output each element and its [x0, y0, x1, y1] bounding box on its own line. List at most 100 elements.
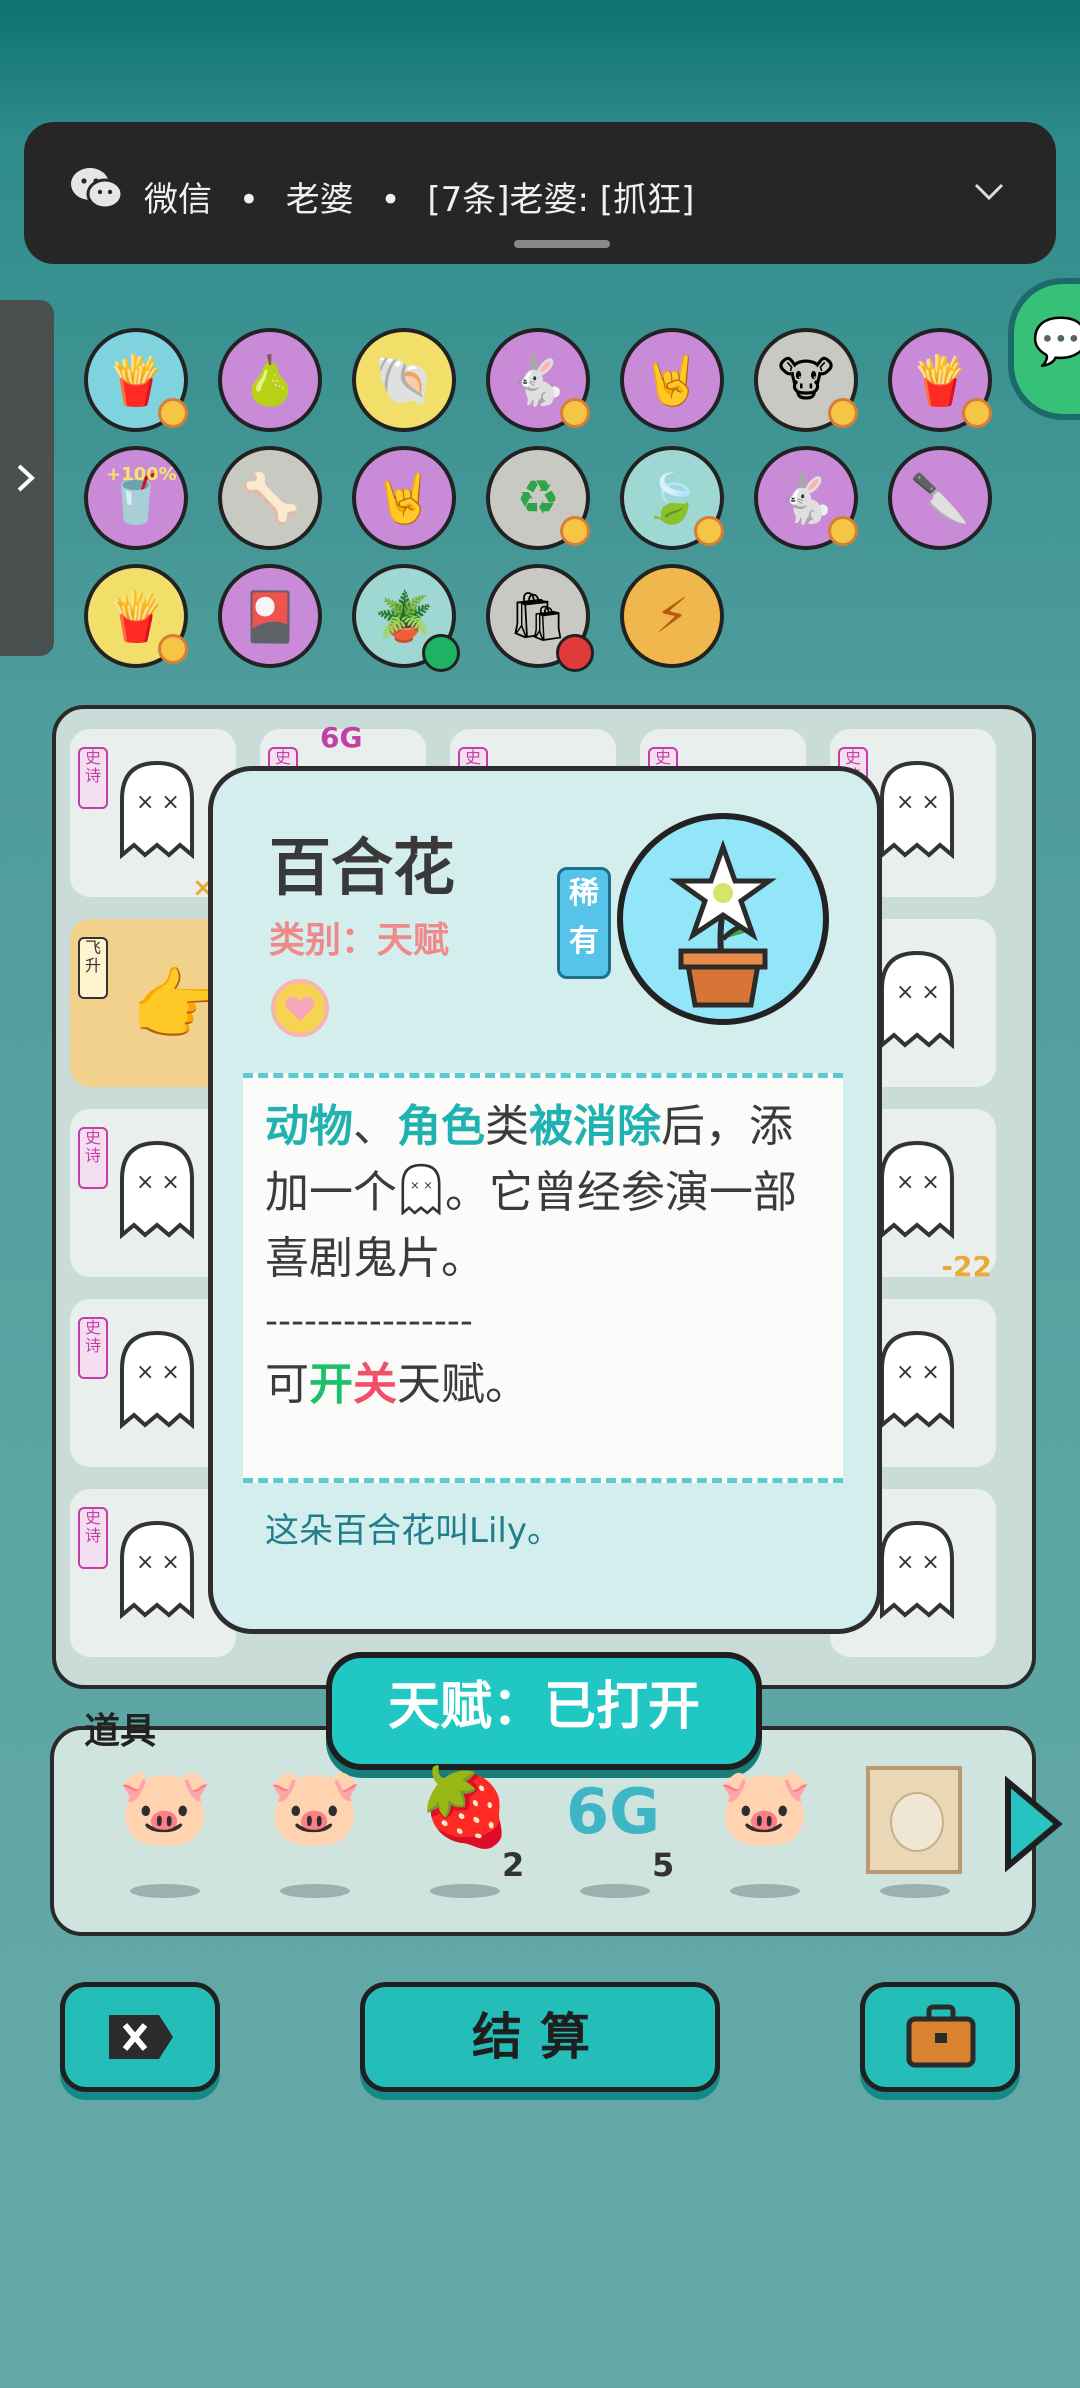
pet-bowl-item[interactable]: 🦴: [218, 446, 322, 550]
epic-tag: 史诗: [78, 747, 108, 809]
svg-text:× ×: × ×: [136, 1550, 180, 1575]
piggy-bank-item[interactable]: 🐷: [710, 1762, 820, 1862]
flavor-text: 这朵百合花叫Lily。: [265, 1511, 561, 1551]
heart-badge-icon: [560, 516, 590, 546]
portrait-frame-icon: [890, 1792, 944, 1852]
rock-hand-item-2[interactable]: 🤘: [352, 446, 456, 550]
6g-count: 5: [652, 1846, 675, 1884]
item-shadow: [130, 1884, 200, 1898]
remove-dot-icon[interactable]: [556, 634, 594, 672]
svg-text:× ×: × ×: [896, 790, 940, 815]
ghost-icon: × ×: [880, 1520, 954, 1619]
fly-tag: 飞升: [78, 937, 108, 999]
chevron-right-icon[interactable]: [1000, 1776, 1064, 1872]
card-pack-item[interactable]: 🎴: [218, 564, 322, 668]
chevron-down-icon[interactable]: [974, 176, 1004, 206]
inventory-button[interactable]: [860, 1982, 1020, 2092]
lightning-icon: ⚡: [655, 588, 689, 644]
ghost-icon: × ×: [880, 1140, 954, 1239]
floating-wechat-bubble[interactable]: 💬: [1008, 278, 1080, 420]
ghost-icon: × ×: [880, 950, 954, 1049]
ghost-icon: × ×: [120, 1520, 194, 1619]
fries-item[interactable]: 🍟: [84, 328, 188, 432]
portrait-frame-item[interactable]: [866, 1766, 962, 1874]
heart-badge-icon: [962, 398, 992, 428]
settle-button[interactable]: 结算: [360, 1982, 720, 2092]
bayberry-count: 2: [502, 1846, 525, 1884]
ghost-icon: × ×: [880, 760, 954, 859]
piggy-bank-item[interactable]: 🐷: [260, 1762, 370, 1862]
shell-icon: 🐚: [374, 352, 434, 409]
rock-hand-icon: 🤘: [642, 352, 702, 409]
heart-badge-icon: [158, 634, 188, 664]
fries-icon: 🍟: [910, 352, 970, 409]
fries-item-2[interactable]: 🍟: [888, 328, 992, 432]
piggy-bank-icon: 🐷: [267, 1762, 363, 1851]
piggy-bank-item[interactable]: 🐷: [110, 1762, 220, 1862]
wechat-notification-banner[interactable]: 微信 • 老婆 • [7条]老婆: [抓狂]: [24, 122, 1056, 264]
cleaver-item[interactable]: 🔪: [888, 446, 992, 550]
flower-pot-icon: 🪴: [374, 588, 434, 645]
rabbit-icon: 🐇: [508, 352, 568, 409]
recycle-item[interactable]: ♻: [486, 446, 590, 550]
ghost-icon: × ×: [401, 1163, 441, 1216]
description-divider: ----------------: [265, 1301, 473, 1342]
svg-text:× ×: × ×: [896, 1550, 940, 1575]
shell-item[interactable]: 🐚: [352, 328, 456, 432]
rabbit-item[interactable]: 🐇: [486, 328, 590, 432]
rock-hand-item[interactable]: 🤘: [620, 328, 724, 432]
svg-text:× ×: × ×: [136, 1360, 180, 1385]
active-dot-icon: [422, 634, 460, 672]
rarity-tag: 稀有: [557, 867, 611, 979]
chat-bubble-icon: 💬: [1032, 314, 1080, 368]
notification-sender: 老婆: [285, 180, 354, 220]
talent-toggle-button[interactable]: 天赋：已打开: [326, 1652, 762, 1770]
trash-bag-icon: 🛍: [507, 588, 569, 645]
trash-bag-item[interactable]: 🛍: [486, 564, 594, 672]
leaf-icon: 🍃: [642, 470, 702, 527]
lightning-item[interactable]: ⚡: [620, 564, 724, 668]
pomelo-icon: 🍐: [240, 352, 300, 409]
item-shadow: [430, 1884, 500, 1898]
card-category: 类别：天赋: [269, 920, 450, 961]
rock-hand-icon: 🤘: [374, 470, 434, 527]
fries-icon: 🍟: [106, 352, 166, 409]
notification-app: 微信: [144, 180, 212, 220]
heart-badge-icon: [694, 516, 724, 546]
close-icon: [109, 2015, 173, 2059]
side-drawer-tab[interactable]: [0, 300, 54, 656]
piggy-bank-icon: 🐷: [117, 1762, 213, 1851]
rabbit-icon: 🐇: [776, 470, 836, 527]
cleaver-icon: 🔪: [910, 470, 970, 527]
epic-tag: 史诗: [78, 1507, 108, 1569]
notification-message: [7条]老婆: [抓狂]: [427, 180, 695, 220]
recycle-icon: ♻: [516, 470, 560, 526]
heart-badge-icon: [828, 516, 858, 546]
leaf-item[interactable]: 🍃: [620, 446, 724, 550]
lily-item[interactable]: 🪴: [352, 564, 460, 672]
lily-flower-icon: [669, 839, 777, 1008]
heart-coin-icon: [271, 979, 329, 1037]
svg-text:× ×: × ×: [896, 1360, 940, 1385]
item-shadow: [730, 1884, 800, 1898]
svg-text:× ×: × ×: [896, 1170, 940, 1195]
fries-icon: 🍟: [106, 588, 166, 645]
ghost-icon: × ×: [120, 760, 194, 859]
wechat-icon: [71, 168, 124, 210]
item-shadow: [280, 1884, 350, 1898]
cup-item[interactable]: 🥤 +100%: [84, 446, 188, 550]
card-pack-icon: 🎴: [240, 588, 300, 645]
rabbit-item-2[interactable]: 🐇: [754, 446, 858, 550]
item-shadow: [880, 1884, 950, 1898]
cows-item[interactable]: 🐮: [754, 328, 858, 432]
svg-text:× ×: × ×: [136, 1170, 180, 1195]
fries-item-3[interactable]: 🍟: [84, 564, 188, 668]
keyword-animal: 动物: [265, 1101, 353, 1152]
keyword-open: 开: [309, 1359, 353, 1410]
chevron-right-icon: [17, 464, 35, 492]
notification-text: 微信 • 老婆 • [7条]老婆: [抓狂]: [144, 180, 695, 220]
exit-button[interactable]: [60, 1982, 220, 2092]
pomelo-item[interactable]: 🍐: [218, 328, 322, 432]
items-label: 道具: [84, 1711, 157, 1752]
drag-handle[interactable]: [514, 240, 610, 248]
